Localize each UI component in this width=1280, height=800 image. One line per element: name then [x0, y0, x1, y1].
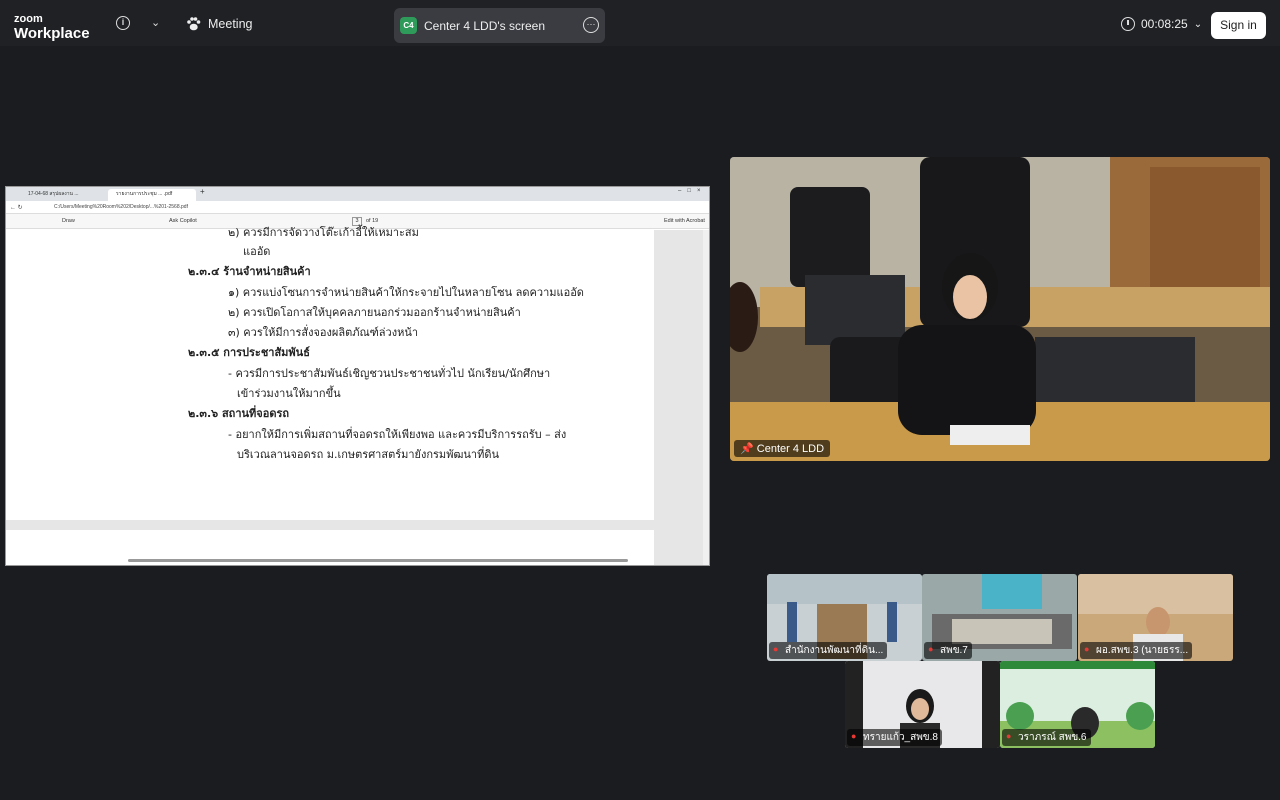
info-icon[interactable]: i: [116, 16, 130, 30]
mic-muted-icon: ●: [1006, 731, 1012, 741]
participant-tile[interactable]: ● ผอ.สพข.3 (นายธรร...: [1078, 574, 1233, 661]
clock-icon: [1121, 17, 1135, 31]
mic-muted-icon: ●: [851, 731, 857, 741]
doc-line: - อยากให้มีการเพิ่มสถานที่จอดรถให้เพียงพ…: [228, 428, 567, 441]
sign-in-button[interactable]: Sign in: [1211, 12, 1266, 39]
paw-icon: [187, 17, 201, 31]
participant-tile[interactable]: ● ทรายแก้ว_สพข.8: [845, 661, 1000, 748]
participant-name-tag: 📌 Center 4 LDD: [734, 440, 831, 457]
doc-line: บริเวณลานจอดรถ ม.เกษตรศาสตร์มายังกรมพัฒน…: [237, 448, 499, 461]
browser-tab-active[interactable]: รายงานการประชุม ... .pdf: [108, 189, 196, 201]
main-video-name: Center 4 LDD: [756, 443, 825, 455]
doc-line: ๒) ควรมีการจัดวางโต๊ะเก้าอี้ให้เหมาะสม: [228, 226, 419, 239]
pdf-viewer[interactable]: ๒) ควรมีการจัดวางโต๊ะเก้าอี้ให้เหมาะสม แ…: [6, 226, 709, 565]
chevron-down-icon: ⌄: [1193, 18, 1203, 30]
address-bar[interactable]: ← ↻ C:/Users/Meeting%20Room%202/Desktop/…: [6, 201, 709, 214]
pin-icon: 📌: [740, 443, 754, 455]
participant-name: วราภรณ์ สพข.6: [1018, 732, 1087, 743]
vertical-scrollbar[interactable]: [703, 230, 709, 565]
doc-line: - ควรมีการประชาสัมพันธ์เชิญชวนประชาชนทั่…: [228, 367, 551, 380]
participant-tile[interactable]: ● สพข.7: [922, 574, 1077, 661]
zoom-logo: zoom Workplace: [14, 13, 90, 42]
participant-name: สำนักงานพัฒนาที่ดิน...: [785, 645, 884, 656]
logo-small-text: zoom: [14, 13, 43, 25]
doc-line: ๒) ควรเปิดโอกาสให้บุคคลภายนอกร่วมออกร้าน…: [228, 306, 521, 319]
participant-name-tag: ● สพข.7: [924, 642, 972, 659]
draw-button[interactable]: Draw: [62, 218, 75, 224]
participant-name-tag: ● ผอ.สพข.3 (นายธรร...: [1080, 642, 1193, 659]
doc-line: ๑) ควรแบ่งโซนการจำหน่ายสินค้าให้กระจายไป…: [228, 286, 584, 299]
horizontal-scrollbar[interactable]: [128, 559, 628, 562]
nav-arrows-icon[interactable]: ← ↻: [10, 204, 23, 211]
address-text: C:/Users/Meeting%20Room%202/Desktop/...%…: [54, 204, 188, 210]
chevron-down-icon[interactable]: ⌄: [151, 16, 160, 29]
meeting-timer[interactable]: 00:08:25 ⌄: [1121, 17, 1202, 31]
doc-heading: ๒.๓.๕ การประชาสัมพันธ์: [188, 346, 310, 359]
doc-line: เข้าร่วมงานให้มากขึ้น: [237, 387, 341, 400]
new-tab-icon[interactable]: +: [200, 187, 205, 196]
participant-name: ผอ.สพข.3 (นายธรร...: [1096, 645, 1189, 656]
timer-text: 00:08:25: [1141, 17, 1188, 31]
participant-tile[interactable]: ● วราภรณ์ สพข.6: [1000, 661, 1155, 748]
meeting-label: Meeting: [208, 17, 253, 31]
ask-copilot-button[interactable]: Ask Copilot: [169, 218, 197, 224]
more-options-icon[interactable]: ⋯: [583, 17, 599, 33]
main-video-tile[interactable]: 📌 Center 4 LDD: [730, 157, 1270, 461]
participant-tile[interactable]: ● สำนักงานพัฒนาที่ดิน...: [767, 574, 922, 661]
window-controls[interactable]: –□×: [678, 188, 706, 194]
mic-muted-icon: ●: [928, 644, 934, 654]
doc-line: ๓) ควรให้มีการสั่งจองผลิตภัณฑ์ล่วงหน้า: [228, 326, 419, 339]
meeting-button[interactable]: Meeting: [186, 17, 252, 31]
pdf-page: ๒) ควรมีการจัดวางโต๊ะเก้าอี้ให้เหมาะสม แ…: [6, 226, 654, 520]
doc-heading: ๒.๓.๔ ร้านจำหน่ายสินค้า: [188, 265, 311, 278]
browser-tab-bar: 17-04-68 สรุปผลงาน ... รายงานการประชุม .…: [6, 187, 709, 201]
top-bar: zoom Workplace i ⌄ Meeting C4 Center 4 L…: [0, 0, 1280, 46]
mic-muted-icon: ●: [1084, 644, 1090, 654]
participant-name-tag: ● ทรายแก้ว_สพข.8: [847, 729, 942, 746]
doc-heading: ๒.๓.๖ สถานที่จอดรถ: [188, 407, 290, 420]
doc-line: แออัด: [243, 245, 271, 258]
participant-name-tag: ● สำนักงานพัฒนาที่ดิน...: [769, 642, 888, 659]
screen-share-indicator[interactable]: C4 Center 4 LDD's screen ⋯: [394, 8, 605, 43]
participant-name: สพข.7: [940, 645, 968, 656]
mic-muted-icon: ●: [773, 644, 779, 654]
screen-badge: C4: [400, 17, 417, 34]
participant-name-tag: ● วราภรณ์ สพข.6: [1002, 729, 1091, 746]
video-feed: [730, 157, 1270, 461]
shared-screen: 17-04-68 สรุปผลงาน ... รายงานการประชุม .…: [5, 186, 710, 566]
edit-acrobat-button[interactable]: Edit with Acrobat: [664, 218, 705, 224]
browser-tab[interactable]: 17-04-68 สรุปผลงาน ...: [20, 189, 106, 201]
screen-label: Center 4 LDD's screen: [424, 18, 546, 33]
participant-name: ทรายแก้ว_สพข.8: [863, 732, 938, 743]
logo-big-text: Workplace: [14, 25, 90, 42]
